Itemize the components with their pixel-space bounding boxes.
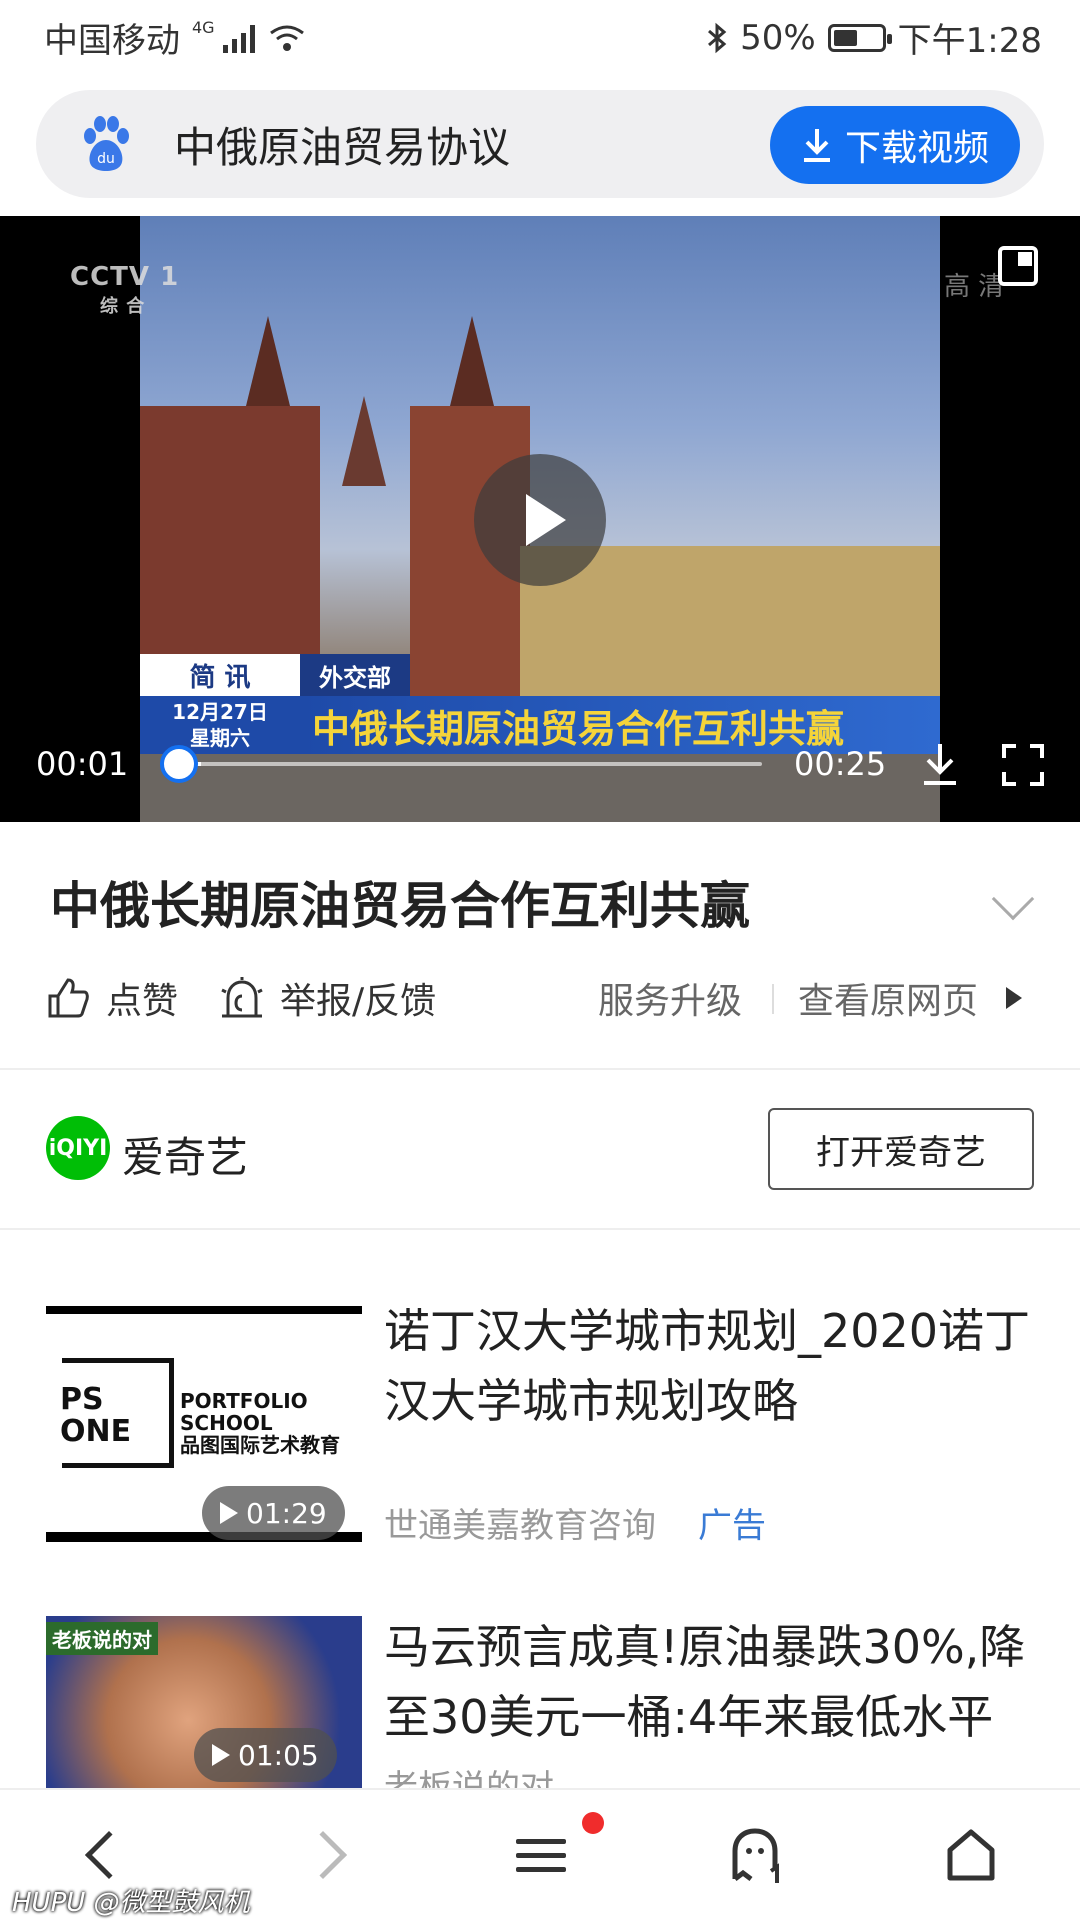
carrier-label: 中国移动 bbox=[44, 21, 180, 61]
action-bar: 点赞 举报/反馈 服务升级 查看原网页 bbox=[0, 968, 1080, 1028]
divider bbox=[772, 984, 774, 1014]
play-icon bbox=[220, 1502, 238, 1524]
seek-handle[interactable] bbox=[160, 745, 198, 783]
battery-percent: 50% bbox=[740, 17, 816, 58]
picture-in-picture-icon[interactable] bbox=[998, 246, 1038, 286]
chevron-right-icon bbox=[298, 1830, 348, 1880]
fullscreen-icon[interactable] bbox=[1002, 744, 1044, 786]
caption-tag: 简 讯 bbox=[140, 654, 300, 696]
download-video-button[interactable]: 下载视频 bbox=[770, 106, 1020, 184]
search-bar[interactable]: du 中俄原油贸易协议 下载视频 bbox=[36, 90, 1044, 198]
report-label: 举报/反馈 bbox=[280, 981, 437, 1022]
thumbnail-tag: 老板说的对 bbox=[46, 1622, 158, 1655]
chevron-down-icon[interactable] bbox=[991, 877, 1035, 921]
menu-button[interactable] bbox=[506, 1820, 576, 1890]
video-duration: 00:25 bbox=[794, 745, 887, 783]
play-icon[interactable] bbox=[474, 454, 606, 586]
divider bbox=[0, 1228, 1080, 1230]
open-iqiyi-button[interactable]: 打开爱奇艺 bbox=[768, 1108, 1034, 1190]
svg-text:du: du bbox=[97, 151, 115, 167]
like-label: 点赞 bbox=[106, 981, 179, 1022]
signal-icon bbox=[222, 23, 255, 53]
back-button[interactable] bbox=[74, 1820, 144, 1890]
alarm-icon bbox=[221, 977, 263, 1018]
network-type: 4G bbox=[192, 18, 215, 37]
video-title: 中俄长期原油贸易合作互利共赢 bbox=[50, 877, 750, 935]
home-icon bbox=[947, 1829, 995, 1881]
source-name: 爱奇艺 bbox=[122, 1133, 249, 1182]
feed-title[interactable]: 诺丁汉大学城市规划_2020诺丁汉大学城市规划攻略 bbox=[384, 1296, 1044, 1436]
wifi-icon bbox=[269, 25, 304, 51]
iqiyi-logo: iQIYI bbox=[46, 1116, 110, 1180]
arrow-right-icon bbox=[1006, 987, 1023, 1009]
clock: 下午1:28 bbox=[897, 21, 1042, 61]
caption-section: 外交部 bbox=[300, 654, 410, 696]
caption-date: 12月27日 星期六 bbox=[140, 696, 300, 754]
download-icon bbox=[803, 129, 830, 162]
chevron-left-icon bbox=[84, 1830, 134, 1880]
divider bbox=[0, 1068, 1080, 1070]
duration-badge: 01:05 bbox=[194, 1728, 337, 1782]
feed-source: 世通美嘉教育咨询 bbox=[384, 1506, 656, 1546]
thumbnail-caption: PORTFOLIO SCHOOL 品图国际艺术教育 bbox=[180, 1389, 340, 1457]
quality-badge: 高 清 bbox=[944, 272, 1005, 302]
upgrade-link[interactable]: 服务升级 bbox=[598, 968, 742, 1028]
battery-icon bbox=[827, 23, 892, 52]
current-time: 00:01 bbox=[36, 745, 129, 783]
view-original-link[interactable]: 查看原网页 bbox=[798, 968, 1023, 1028]
status-bar: 中国移动 4G 50% 下午1:28 bbox=[0, 0, 1080, 75]
play-icon bbox=[212, 1744, 230, 1766]
duration-badge: 01:29 bbox=[202, 1486, 345, 1540]
watermark: HUPU @微型鼓风机 bbox=[12, 1888, 250, 1918]
news-caption: 简 讯 外交部 12月27日 星期六 中俄长期原油贸易合作互利共赢 bbox=[140, 654, 940, 754]
download-icon[interactable] bbox=[920, 742, 960, 786]
thumbs-up-icon bbox=[48, 978, 89, 1018]
menu-icon bbox=[516, 1838, 566, 1872]
forward-button[interactable] bbox=[288, 1820, 358, 1890]
feed-title[interactable]: 马云预言成真!原油暴跌30%,降至30美元一桶:4年来最低水平 bbox=[384, 1612, 1044, 1752]
channel-logo: CCTV 1综 合 bbox=[70, 262, 180, 317]
tabs-button[interactable] bbox=[722, 1820, 792, 1890]
home-button[interactable] bbox=[936, 1820, 1006, 1890]
ad-label: 广告 bbox=[698, 1506, 766, 1546]
like-button[interactable]: 点赞 bbox=[46, 968, 178, 1028]
thumbnail-logo: PS ONE bbox=[60, 1382, 132, 1449]
bluetooth-icon bbox=[708, 22, 727, 53]
baidu-paw-icon: du bbox=[84, 116, 129, 171]
report-button[interactable]: 举报/反馈 bbox=[220, 968, 436, 1028]
ghost-tabs-icon bbox=[732, 1828, 779, 1883]
download-video-label: 下载视频 bbox=[844, 128, 989, 169]
notification-dot bbox=[582, 1812, 604, 1834]
seek-bar[interactable] bbox=[178, 762, 762, 766]
